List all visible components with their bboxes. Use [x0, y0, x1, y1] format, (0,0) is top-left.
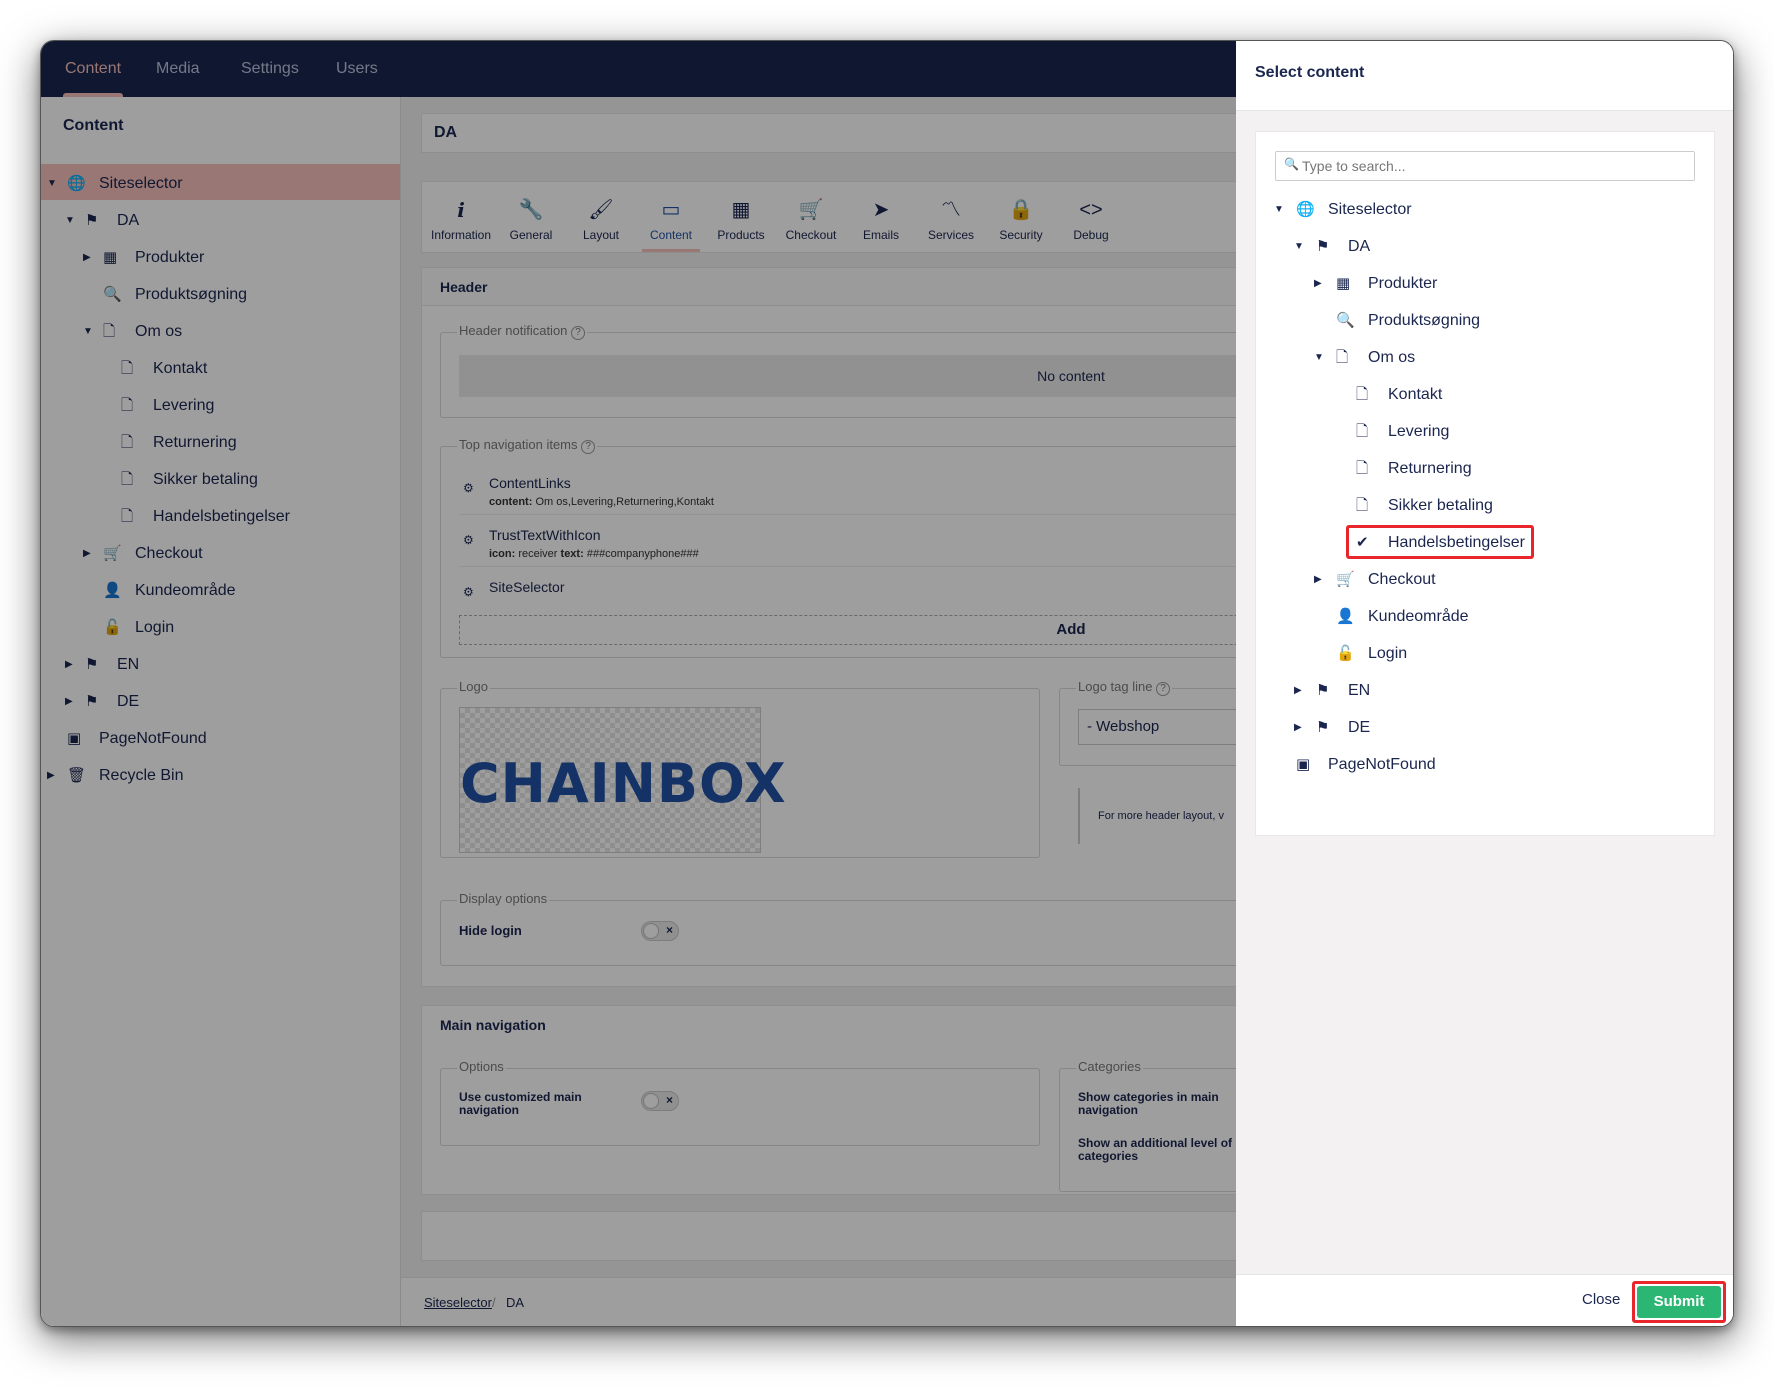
submit-button[interactable]: Submit: [1637, 1286, 1721, 1318]
dialog-item-label: DA: [1348, 238, 1371, 255]
app-window: Content Media Settings Users Content ▼ 🌐 S…: [40, 40, 1734, 1327]
caret-right-icon[interactable]: ▶: [1294, 673, 1302, 709]
dialog-item-label: Produkter: [1368, 275, 1438, 292]
modal-backdrop[interactable]: [41, 41, 1236, 1326]
dialog-item-siteselector[interactable]: ▼ 🌐 Siteselector: [1256, 192, 1696, 228]
dialog-item-label: Produktsøgning: [1368, 312, 1481, 329]
dialog-item-en[interactable]: ▶ ⚑ EN: [1256, 673, 1696, 709]
dialog-tree-panel: 🔍 Type to search... ▼ 🌐 Siteselector ▼ ⚑ DA ▶ ▦…: [1255, 131, 1715, 836]
dialog-item-label: Kundeområde: [1368, 608, 1469, 625]
dialog-item-label: Returnering: [1388, 460, 1472, 477]
dialog-item-label: Login: [1368, 645, 1408, 662]
page-icon: 🗋: [1356, 423, 1369, 440]
caret-right-icon[interactable]: ▶: [1314, 266, 1322, 302]
dialog-item-sikker-betaling[interactable]: 🗋 Sikker betaling: [1256, 488, 1696, 524]
dialog-item-label: EN: [1348, 682, 1371, 699]
grid-icon: ▦: [1336, 275, 1351, 292]
flag-icon: ⚑: [1316, 719, 1330, 736]
notfound-icon: ▣: [1296, 756, 1311, 773]
dialog-item-kontakt[interactable]: 🗋 Kontakt: [1256, 377, 1696, 413]
search-icon: 🔍: [1336, 312, 1355, 329]
search-input[interactable]: 🔍 Type to search...: [1275, 151, 1695, 181]
globe-icon: 🌐: [1296, 201, 1315, 218]
dialog-title: Select content: [1255, 64, 1365, 81]
dialog-item-label: Levering: [1388, 423, 1450, 440]
page-icon: 🗋: [1336, 349, 1349, 366]
dialog-item-produkter[interactable]: ▶ ▦ Produkter: [1256, 266, 1696, 302]
dialog-item-da[interactable]: ▼ ⚑ DA: [1256, 229, 1696, 265]
user-icon: 👤: [1336, 608, 1355, 625]
dialog-item-label: Siteselector: [1328, 201, 1412, 218]
dialog-item-label: Checkout: [1368, 571, 1436, 588]
dialog-item-label: DE: [1348, 719, 1371, 736]
dialog-item-label: PageNotFound: [1328, 756, 1436, 773]
page-icon: 🗋: [1356, 460, 1369, 477]
dialog-item-checkout[interactable]: ▶ 🛒 Checkout: [1256, 562, 1696, 598]
dialog-item-produktsøgning[interactable]: 🔍 Produktsøgning: [1256, 303, 1696, 339]
dialog-item-handelsbetingelser[interactable]: ✔ Handelsbetingelser: [1256, 525, 1696, 561]
dialog-item-levering[interactable]: 🗋 Levering: [1256, 414, 1696, 450]
dialog-item-kundeområde[interactable]: 👤 Kundeområde: [1256, 599, 1696, 635]
caret-down-icon[interactable]: ▼: [1314, 340, 1324, 376]
caret-right-icon[interactable]: ▶: [1294, 710, 1302, 746]
search-icon: 🔍: [1284, 157, 1299, 171]
dialog-item-returnering[interactable]: 🗋 Returnering: [1256, 451, 1696, 487]
dialog-item-label: Sikker betaling: [1388, 497, 1493, 514]
dialog-item-de[interactable]: ▶ ⚑ DE: [1256, 710, 1696, 746]
dialog-header: Select content: [1236, 41, 1733, 111]
dialog-item-label: Handelsbetingelser: [1388, 534, 1525, 551]
page-icon: 🗋: [1356, 386, 1369, 403]
caret-down-icon[interactable]: ▼: [1294, 229, 1304, 265]
flag-icon: ⚑: [1316, 238, 1330, 255]
close-button[interactable]: Close: [1582, 1291, 1620, 1308]
unlock-icon: 🔓: [1336, 645, 1355, 662]
search-placeholder: Type to search...: [1302, 158, 1406, 174]
dialog-item-label: Om os: [1368, 349, 1416, 366]
dialog-item-label: Kontakt: [1388, 386, 1443, 403]
select-content-dialog: Select content 🔍 Type to search... ▼ 🌐 Sit…: [1236, 41, 1733, 1326]
dialog-footer: Close Submit: [1236, 1274, 1733, 1326]
page-icon: 🗋: [1356, 497, 1369, 514]
dialog-item-om-os[interactable]: ▼ 🗋 Om os: [1256, 340, 1696, 376]
dialog-item-pagenotfound[interactable]: ▣ PageNotFound: [1256, 747, 1696, 783]
check-icon: ✔: [1356, 534, 1369, 551]
flag-icon: ⚑: [1316, 682, 1330, 699]
cart-icon: 🛒: [1336, 571, 1355, 588]
dialog-item-login[interactable]: 🔓 Login: [1256, 636, 1696, 672]
caret-right-icon[interactable]: ▶: [1314, 562, 1322, 598]
caret-down-icon[interactable]: ▼: [1274, 192, 1284, 228]
